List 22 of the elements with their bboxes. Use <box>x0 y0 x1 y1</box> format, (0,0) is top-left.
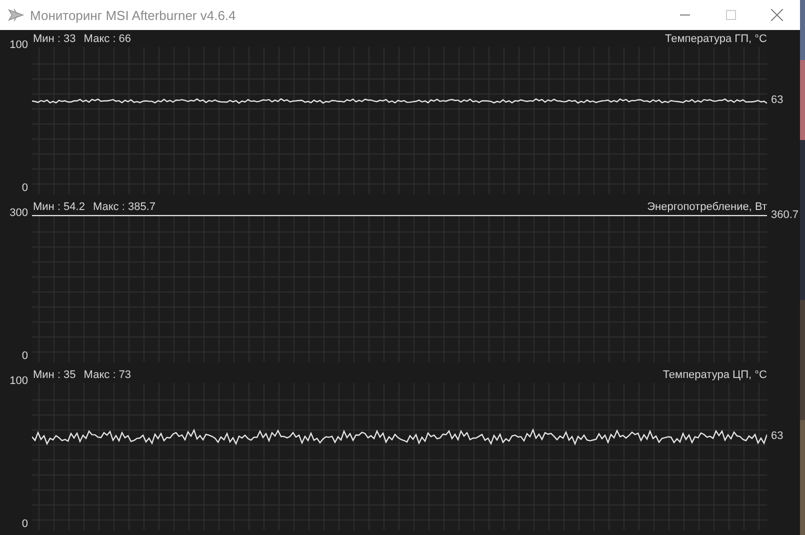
current-value: 63 <box>771 94 784 106</box>
max-label: Макс : 66 <box>84 32 132 44</box>
axis-min-label: 0 <box>22 518 28 530</box>
min-label: Мин : 33 <box>33 32 76 44</box>
axis-max-label: 300 <box>10 207 28 219</box>
axis-min-label: 0 <box>22 350 28 362</box>
current-value: 63 <box>771 430 784 442</box>
current-value: 360.7 <box>771 208 799 220</box>
axis-max-label: 100 <box>10 375 28 387</box>
close-icon <box>771 9 783 21</box>
window-title: Мониторинг MSI Afterburner v4.6.4 <box>30 8 236 22</box>
max-label: Макс : 73 <box>84 368 132 380</box>
graph-title: Энергопотребление, Вт <box>647 200 767 212</box>
graph-title: Температура ГП, °C <box>665 32 767 44</box>
graph-title: Температура ЦП, °C <box>662 368 767 380</box>
maximize-icon <box>726 10 736 20</box>
axis-max-label: 100 <box>10 39 28 51</box>
axis-min-label: 0 <box>22 182 28 194</box>
min-label: Мин : 35 <box>33 368 76 380</box>
max-label: Макс : 385.7 <box>92 200 156 212</box>
min-label: Мин : 54.2 <box>33 200 85 212</box>
plane-icon <box>8 8 24 22</box>
